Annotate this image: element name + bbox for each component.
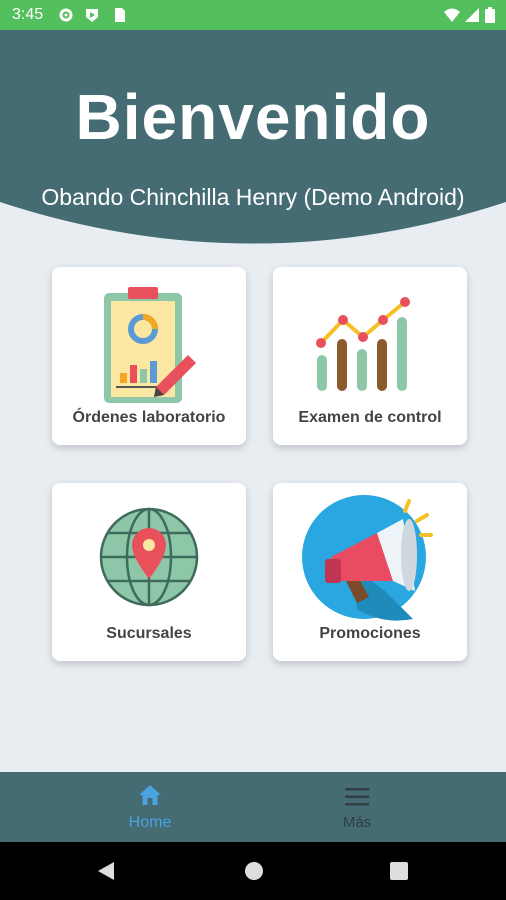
globe-location-icon xyxy=(99,507,199,607)
menu-icon xyxy=(345,788,369,806)
bar-line-chart-icon xyxy=(316,297,410,391)
battery-icon xyxy=(485,7,495,23)
home-button-icon[interactable] xyxy=(244,861,264,881)
welcome-title: Bienvenido xyxy=(75,81,431,153)
bottom-navigation: Home Más xyxy=(0,772,506,842)
wifi-icon xyxy=(444,8,460,22)
card-label: Órdenes laboratorio xyxy=(72,409,226,426)
nav-more-label: Más xyxy=(342,814,372,831)
card-label: Sucursales xyxy=(106,625,192,642)
nav-more[interactable]: Más xyxy=(277,772,437,842)
nav-home[interactable]: Home xyxy=(70,772,230,842)
user-name: Obando Chinchilla Henry (Demo Android) xyxy=(41,184,465,210)
welcome-header: Bienvenido Obando Chinchilla Henry (Demo… xyxy=(0,30,506,252)
card-promotions[interactable]: Promociones xyxy=(273,483,467,661)
card-lab-orders[interactable]: Órdenes laboratorio xyxy=(52,267,246,445)
card-control-exam[interactable]: Examen de control xyxy=(273,267,467,445)
signal-icon xyxy=(465,8,479,22)
back-icon[interactable] xyxy=(96,861,116,881)
nav-home-label: Home xyxy=(128,814,172,831)
play-protect-icon xyxy=(86,9,98,22)
card-label: Examen de control xyxy=(298,409,442,426)
sim-card-icon xyxy=(115,8,125,22)
recents-icon[interactable] xyxy=(390,862,408,880)
card-label: Promociones xyxy=(319,625,421,642)
clipboard-chart-icon xyxy=(104,287,196,403)
card-branches[interactable]: Sucursales xyxy=(52,483,246,661)
system-navigation-bar xyxy=(0,842,506,900)
megaphone-icon xyxy=(302,495,433,621)
status-bar: 3:45 xyxy=(0,0,506,30)
settings-icon xyxy=(59,8,73,22)
home-icon xyxy=(139,785,161,805)
status-time: 3:45 xyxy=(12,6,44,23)
